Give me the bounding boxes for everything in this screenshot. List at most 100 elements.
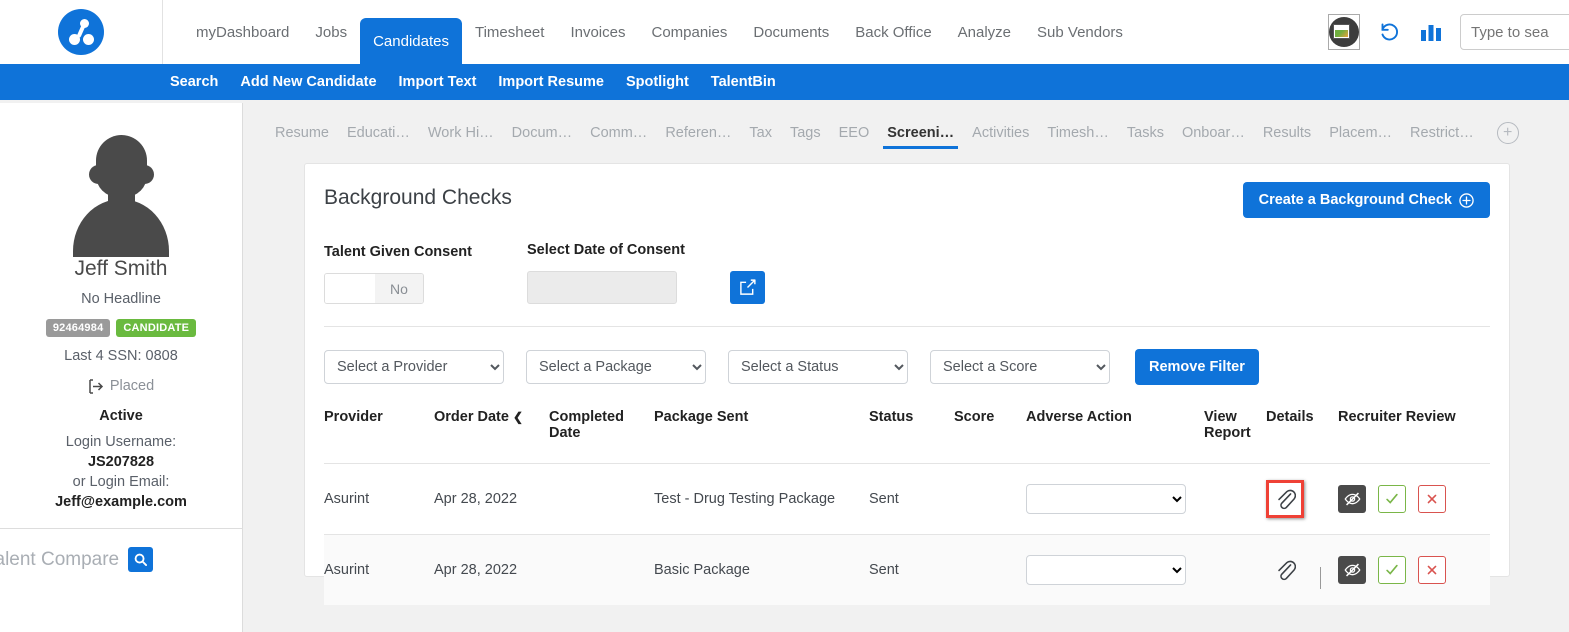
login-email-value: Jeff@example.com [55,494,187,510]
adverse-action-select[interactable] [1026,484,1186,514]
sort-desc-icon: ❮ [512,410,524,424]
talent-consent-toggle[interactable]: No [324,273,424,304]
subnav-item-search[interactable]: Search [170,74,218,90]
candidate-headline: No Headline [81,291,161,307]
cell-score [954,463,1026,535]
cell-completed-date [549,463,654,535]
check-square-icon[interactable] [1378,556,1407,585]
th-order-date-label: Order Date [434,409,509,425]
history-refresh-icon[interactable] [1378,20,1402,44]
bar-chart-icon[interactable] [1420,22,1442,42]
main-navigation: myDashboard Jobs Candidates Timesheet In… [183,0,1136,64]
nav-item-invoices[interactable]: Invoices [557,0,638,64]
cell-view-report [1204,534,1266,606]
eye-slash-icon[interactable] [1338,485,1366,513]
cell-provider: Asurint [324,534,434,606]
x-square-icon[interactable] [1418,556,1447,585]
cell-recruiter-review [1338,463,1490,535]
tab-placements[interactable]: Placem… [1320,125,1401,149]
cell-completed-date [549,534,654,606]
main-content: Resume Educati… Work Hi… Docum… Comm… Re… [244,103,1569,632]
th-adverse-action[interactable]: Adverse Action [1026,409,1204,464]
cell-provider: Asurint [324,463,434,535]
tab-screening[interactable]: Screeni… [878,125,963,149]
candidate-placed-status: Placed [88,378,154,394]
tab-comments[interactable]: Comm… [581,125,656,149]
global-search-input[interactable] [1460,14,1569,50]
create-background-check-button[interactable]: Create a Background Check [1242,182,1490,218]
candidate-ssn: Last 4 SSN: 0808 [64,348,178,364]
provider-filter-select[interactable]: Select a Provider [324,350,504,384]
tab-restrictions[interactable]: Restrict… [1401,125,1483,149]
adverse-action-select[interactable] [1026,555,1186,586]
tab-documents[interactable]: Docum… [503,125,581,149]
nav-item-mydashboard[interactable]: myDashboard [183,0,302,64]
talent-compare-search-icon[interactable] [128,547,154,572]
th-completed-date[interactable]: Completed Date [549,409,654,464]
edit-square-icon [740,279,756,295]
nav-item-analyze[interactable]: Analyze [945,0,1024,64]
remove-filter-button[interactable]: Remove Filter [1135,349,1259,385]
tab-work-history[interactable]: Work Hi… [419,125,503,149]
nav-item-companies[interactable]: Companies [638,0,740,64]
paperclip-icon[interactable] [1266,480,1304,518]
tab-tasks[interactable]: Tasks [1118,125,1173,149]
subnav-item-spotlight[interactable]: Spotlight [626,74,689,90]
th-order-date[interactable]: Order Date ❮ [434,409,549,464]
tab-tax[interactable]: Tax [740,125,781,149]
score-filter-select[interactable]: Select a Score [930,350,1110,384]
edit-consent-button[interactable] [730,271,765,304]
nav-item-timesheet[interactable]: Timesheet [462,0,557,64]
tab-tags[interactable]: Tags [781,125,830,149]
th-details[interactable]: Details [1266,409,1338,464]
tab-timesheets[interactable]: Timesh… [1038,125,1118,149]
panel-divider [324,326,1490,327]
nav-item-back-office[interactable]: Back Office [842,0,944,64]
check-square-icon[interactable] [1378,485,1407,513]
candidate-status: Active [99,408,143,424]
tab-resume[interactable]: Resume [266,125,338,149]
candidate-name: Jeff Smith [74,257,168,280]
paperclip-icon[interactable] [1266,551,1304,589]
tab-onboarding[interactable]: Onboar… [1173,125,1254,149]
tab-eeo[interactable]: EEO [830,125,879,149]
consent-date-field: Select Date of Consent [527,242,730,304]
package-filter-select[interactable]: Select a Package [526,350,706,384]
cell-adverse-action [1026,534,1204,606]
th-package-sent[interactable]: Package Sent [654,409,869,464]
talent-compare-section: alent Compare [0,547,238,572]
candidate-tab-strip: Resume Educati… Work Hi… Docum… Comm… Re… [244,103,1569,158]
tab-education[interactable]: Educati… [338,125,419,149]
app-logo[interactable] [0,0,163,64]
th-score[interactable]: Score [954,409,1026,464]
cell-package-sent: Basic Package [654,534,869,606]
cell-recruiter-review [1338,534,1490,606]
nav-item-candidates[interactable]: Candidates [360,18,462,64]
th-status[interactable]: Status [869,409,954,464]
cell-divider [1320,567,1322,590]
tab-results[interactable]: Results [1254,125,1320,149]
cell-adverse-action [1026,463,1204,535]
tab-activities[interactable]: Activities [963,125,1038,149]
candidate-sidebar: Jeff Smith No Headline 92464984 CANDIDAT… [0,103,243,632]
cell-order-date: Apr 28, 2022 [434,463,549,535]
cell-status: Sent [869,534,954,606]
status-filter-select[interactable]: Select a Status [728,350,908,384]
subnav-item-talentbin[interactable]: TalentBin [711,74,776,90]
eye-slash-icon[interactable] [1338,556,1366,585]
subnav-item-add-new-candidate[interactable]: Add New Candidate [240,74,376,90]
th-provider[interactable]: Provider [324,409,434,464]
subnav-item-import-text[interactable]: Import Text [399,74,477,90]
subnav-item-import-resume[interactable]: Import Resume [498,74,604,90]
x-square-icon[interactable] [1418,485,1447,513]
nav-item-documents[interactable]: Documents [740,0,842,64]
add-tab-icon[interactable]: + [1496,122,1519,144]
nav-item-jobs[interactable]: Jobs [302,0,360,64]
th-recruiter-review[interactable]: Recruiter Review [1338,409,1490,464]
nav-item-sub-vendors[interactable]: Sub Vendors [1024,0,1136,64]
avatar-image-icon[interactable] [1328,14,1360,50]
consent-date-input[interactable] [527,271,677,304]
tab-references[interactable]: Referen… [656,125,740,149]
table-row: Asurint Apr 28, 2022 Basic Package Sent [324,534,1490,606]
th-view-report[interactable]: View Report [1204,409,1266,464]
